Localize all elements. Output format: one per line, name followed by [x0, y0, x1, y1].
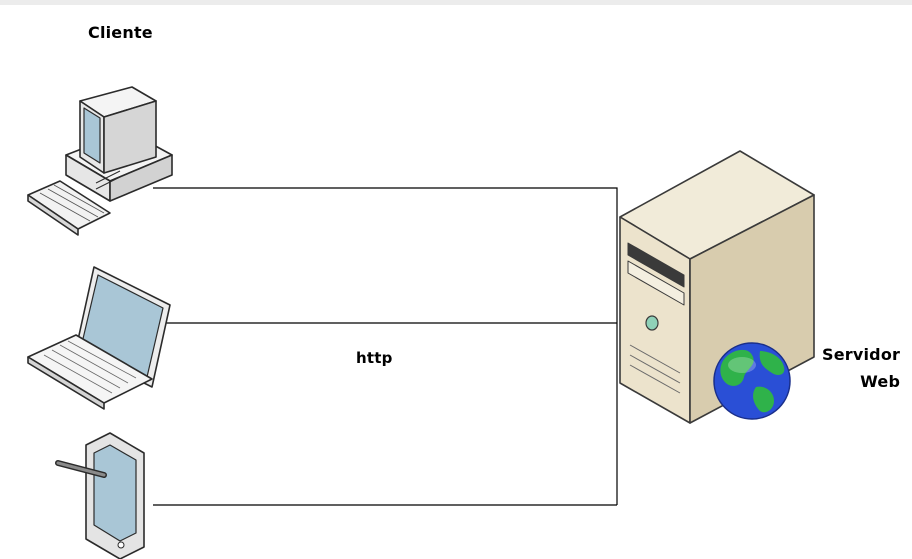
diagram-canvas: Cliente http Servidor Web: [0, 0, 912, 559]
desktop-computer-icon: [27, 86, 173, 236]
tablet-with-stylus-icon: [55, 432, 145, 559]
laptop-icon: [27, 266, 171, 410]
server-label-line1: Servidor: [822, 345, 901, 364]
server-label-line2: Web: [860, 372, 901, 391]
line-desktop-to-server: [153, 187, 618, 505]
globe-icon: [713, 342, 791, 420]
server-label: Servidor Web: [822, 341, 900, 395]
protocol-label: http: [356, 349, 393, 367]
client-label: Cliente: [88, 23, 153, 42]
network-diagram: [27, 86, 815, 559]
connection-lines: [153, 187, 618, 506]
